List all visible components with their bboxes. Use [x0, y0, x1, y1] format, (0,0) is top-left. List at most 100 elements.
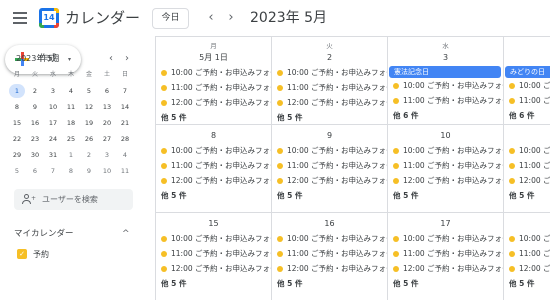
more-events-link[interactable]: 他 5 件 — [161, 112, 186, 124]
day-cell[interactable]: 火 2 10:00 ご予約・お申込みフォー 11:00 ご予約・お申込みフォー 12:0… — [272, 37, 388, 125]
mini-calendar-day[interactable]: 12 — [81, 100, 97, 114]
main-menu-icon[interactable] — [13, 12, 27, 24]
mini-calendar-day[interactable]: 29 — [9, 148, 25, 162]
event-dot-icon — [509, 251, 515, 257]
mini-calendar-day[interactable]: 2 — [27, 84, 43, 98]
mini-calendar-day[interactable]: 7 — [45, 164, 61, 178]
event-label: 11:00 ご予約・お申込みフォー — [403, 161, 504, 170]
day-cell[interactable]: 水 3 憲法記念日 10:00 ご予約・お申込みフォー 11:00 ご予約・お申込みフォ… — [388, 37, 504, 125]
day-cell[interactable]: 11 10:00 ご予約・お申込みフォー 11:00 ご予約・お申込みフォー 12:0… — [504, 125, 550, 213]
mini-calendar-day[interactable]: 4 — [117, 148, 133, 162]
more-events-link[interactable]: 他 5 件 — [277, 278, 302, 290]
mini-calendar-day[interactable]: 16 — [27, 116, 43, 130]
event-dot-icon — [161, 266, 167, 272]
event-label: 10:00 ご予約・お申込みフォー — [287, 68, 388, 77]
mini-calendar-day[interactable]: 11 — [63, 100, 79, 114]
my-calendars-toggle[interactable]: マイカレンダー ^ — [14, 227, 134, 241]
date-number[interactable]: 2 — [272, 52, 387, 64]
day-cell[interactable]: 15 10:00 ご予約・お申込みフォー 11:00 ご予約・お申込みフォー 12:0… — [156, 213, 272, 300]
day-cell[interactable]: 9 10:00 ご予約・お申込みフォー 11:00 ご予約・お申込みフォー 12:00… — [272, 125, 388, 213]
mini-calendar-day[interactable]: 1 — [63, 148, 79, 162]
more-events-link[interactable]: 他 5 件 — [393, 190, 418, 202]
date-number[interactable]: 8 — [156, 130, 271, 142]
mini-calendar-day[interactable]: 19 — [81, 116, 97, 130]
next-period-icon[interactable]: › — [223, 9, 239, 27]
mini-calendar-day[interactable]: 20 — [99, 116, 115, 130]
calendar-logo-date: 14 — [42, 11, 56, 25]
mini-calendar-day[interactable]: 30 — [27, 148, 43, 162]
date-number[interactable]: 10 — [388, 130, 503, 142]
previous-period-icon[interactable]: ‹ — [203, 9, 219, 27]
date-number[interactable]: 4 — [504, 52, 550, 64]
mini-calendar-day[interactable]: 27 — [99, 132, 115, 146]
mini-calendar-day[interactable]: 11 — [117, 164, 133, 178]
mini-calendar-day[interactable]: 23 — [27, 132, 43, 146]
mini-calendar-day[interactable]: 8 — [63, 164, 79, 178]
mini-calendar-day[interactable]: 4 — [63, 84, 79, 98]
mini-calendar-prev-icon[interactable]: ‹ — [109, 52, 113, 66]
mini-calendar-day[interactable]: 1 — [9, 84, 25, 98]
holiday-event-chip[interactable]: 憲法記念日 — [389, 66, 501, 78]
today-button[interactable]: 今日 — [152, 8, 189, 29]
mini-calendar-day[interactable]: 21 — [117, 116, 133, 130]
date-number[interactable]: 5月 1日 — [156, 52, 271, 64]
event-dot-icon — [393, 266, 399, 272]
date-number[interactable]: 18 — [504, 218, 550, 230]
chevron-up-icon: ^ — [122, 229, 130, 239]
date-number[interactable]: 16 — [272, 218, 387, 230]
mini-calendar-day[interactable]: 9 — [27, 100, 43, 114]
search-people-input[interactable]: + ユーザーを検索 — [14, 189, 133, 210]
day-cell[interactable]: 17 10:00 ご予約・お申込みフォー 11:00 ご予約・お申込みフォー 12:0… — [388, 213, 504, 300]
calendar-checkbox[interactable]: ✓ — [17, 249, 27, 259]
more-events-link[interactable]: 他 6 件 — [393, 110, 418, 122]
mini-calendar-next-icon[interactable]: › — [125, 52, 129, 66]
event-label: 11:00 ご予約・お申込みフォー — [287, 161, 388, 170]
date-number[interactable]: 3 — [388, 52, 503, 64]
mini-calendar-day[interactable]: 8 — [9, 100, 25, 114]
more-events-link[interactable]: 他 5 件 — [277, 190, 302, 202]
more-events-link[interactable]: 他 5 件 — [393, 278, 418, 290]
mini-calendar-day[interactable]: 5 — [9, 164, 25, 178]
date-number[interactable]: 15 — [156, 218, 271, 230]
mini-calendar-day[interactable]: 3 — [99, 148, 115, 162]
mini-calendar-day[interactable]: 3 — [45, 84, 61, 98]
mini-calendar-weekday: 月 — [13, 71, 20, 78]
mini-calendar-day[interactable]: 14 — [117, 100, 133, 114]
mini-calendar-day[interactable]: 2 — [81, 148, 97, 162]
more-events-link[interactable]: 他 5 件 — [509, 190, 534, 202]
mini-calendar-day[interactable]: 5 — [81, 84, 97, 98]
mini-calendar-day[interactable]: 6 — [99, 84, 115, 98]
more-events-link[interactable]: 他 6 件 — [509, 110, 534, 122]
date-number[interactable]: 11 — [504, 130, 550, 142]
mini-calendar-day[interactable]: 22 — [9, 132, 25, 146]
mini-calendar-day[interactable]: 25 — [63, 132, 79, 146]
mini-calendar-day[interactable]: 6 — [27, 164, 43, 178]
mini-calendar-day[interactable]: 17 — [45, 116, 61, 130]
more-events-link[interactable]: 他 5 件 — [509, 278, 534, 290]
holiday-event-chip[interactable]: みどりの日 — [505, 66, 550, 78]
more-events-link[interactable]: 他 5 件 — [161, 190, 186, 202]
mini-calendar-day[interactable]: 13 — [99, 100, 115, 114]
top-app-bar: 14 カレンダー 今日 ‹ › 2023年 5月 — [0, 0, 550, 36]
day-cell[interactable]: 18 10:00 ご予約・お申込みフォー 11:00 ご予約・お申込みフォー 12:0… — [504, 213, 550, 300]
more-events-link[interactable]: 他 5 件 — [161, 278, 186, 290]
day-cell[interactable]: 月 5月 1日 10:00 ご予約・お申込みフォー 11:00 ご予約・お申込みフォー… — [156, 37, 272, 125]
day-cell[interactable]: 16 10:00 ご予約・お申込みフォー 11:00 ご予約・お申込みフォー 12:0… — [272, 213, 388, 300]
mini-calendar-day[interactable]: 15 — [9, 116, 25, 130]
mini-calendar-day[interactable]: 31 — [45, 148, 61, 162]
day-cell[interactable]: 木4 みどりの日 10:00 ご予約・お申込みフォー 11:00 ご予約・お申込みフォ… — [504, 37, 550, 125]
mini-calendar-day[interactable]: 7 — [117, 84, 133, 98]
mini-calendar-day[interactable]: 26 — [81, 132, 97, 146]
mini-calendar-day[interactable]: 10 — [45, 100, 61, 114]
mini-calendar-day[interactable]: 10 — [99, 164, 115, 178]
mini-calendar-day[interactable]: 28 — [117, 132, 133, 146]
date-number[interactable]: 17 — [388, 218, 503, 230]
date-number[interactable]: 9 — [272, 130, 387, 142]
day-cell[interactable]: 8 10:00 ご予約・お申込みフォー 11:00 ご予約・お申込みフォー 12:00… — [156, 125, 272, 213]
mini-calendar-day[interactable]: 24 — [45, 132, 61, 146]
event-dot-icon — [393, 98, 399, 104]
day-cell[interactable]: 10 10:00 ご予約・お申込みフォー 11:00 ご予約・お申込みフォー 12:0… — [388, 125, 504, 213]
more-events-link[interactable]: 他 5 件 — [277, 112, 302, 124]
mini-calendar-day[interactable]: 9 — [81, 164, 97, 178]
mini-calendar-day[interactable]: 18 — [63, 116, 79, 130]
